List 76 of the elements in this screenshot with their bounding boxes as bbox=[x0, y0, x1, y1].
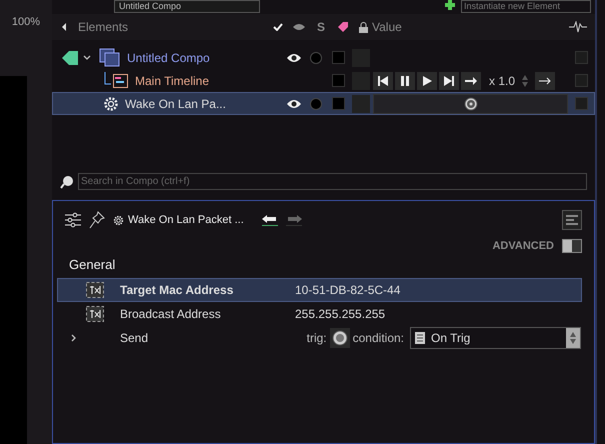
eye-icon[interactable] bbox=[286, 98, 302, 108]
pin-icon[interactable] bbox=[89, 211, 105, 229]
parameter-name: Target Mac Address bbox=[120, 283, 234, 297]
condition-label: condition: bbox=[352, 331, 404, 345]
bar-arrow-icon bbox=[465, 76, 477, 84]
parameter-value[interactable]: 10-51-DB-82-5C-44 bbox=[295, 283, 400, 297]
direction-button[interactable] bbox=[535, 72, 556, 90]
skip-forward-icon bbox=[444, 76, 454, 86]
stacked-squares-icon bbox=[99, 48, 121, 68]
back-arrow-icon[interactable] bbox=[262, 214, 278, 226]
color-swatch[interactable] bbox=[332, 97, 344, 110]
layout-icon[interactable] bbox=[562, 210, 582, 230]
color-swatch[interactable] bbox=[332, 51, 344, 64]
play-button[interactable] bbox=[417, 72, 437, 90]
checkbox[interactable] bbox=[574, 51, 588, 64]
section-title: General bbox=[68, 257, 116, 274]
parameter-row[interactable]: Send trig: condition: On Trig bbox=[57, 326, 582, 350]
pause-button[interactable] bbox=[395, 72, 415, 90]
parameter-value[interactable]: 255.255.255.255 bbox=[295, 307, 386, 321]
eye-icon[interactable] bbox=[286, 52, 302, 62]
compo-dropdown[interactable]: Untitled Compo bbox=[114, 0, 260, 13]
color-swatch[interactable] bbox=[332, 74, 344, 87]
loop-button[interactable] bbox=[461, 72, 481, 90]
forward-arrow-icon[interactable] bbox=[286, 214, 302, 226]
search-field[interactable]: Search in Compo (ctrl+f) bbox=[78, 173, 587, 190]
parameter-name: Broadcast Address bbox=[120, 307, 222, 321]
parameter-name: Send bbox=[120, 331, 150, 345]
skip-forward-button[interactable] bbox=[439, 72, 459, 90]
text-type-icon bbox=[86, 282, 104, 298]
text-type-icon bbox=[86, 306, 104, 322]
gear-icon bbox=[103, 96, 119, 112]
element-name: Untitled Compo bbox=[127, 50, 210, 64]
pause-icon bbox=[401, 76, 409, 86]
waveform-icon[interactable] bbox=[569, 21, 587, 33]
spinner-icon[interactable] bbox=[569, 331, 577, 345]
trig-label: trig: bbox=[306, 331, 327, 345]
check-icon bbox=[273, 23, 283, 31]
trigger-button-icon[interactable] bbox=[464, 96, 478, 110]
zoom-level: 100% bbox=[10, 15, 41, 30]
lock-cell bbox=[352, 94, 370, 112]
tag-icon bbox=[337, 21, 349, 33]
element-row[interactable]: Untitled Compo bbox=[52, 46, 595, 69]
condition-dropdown[interactable]: On Trig bbox=[410, 327, 581, 349]
column-header: S bbox=[316, 20, 326, 34]
parameter-row[interactable]: Target Mac Address 10-51-DB-82-5C-44 bbox=[57, 278, 582, 302]
eye-column-icon bbox=[293, 23, 305, 31]
arrow-icon bbox=[62, 50, 78, 64]
sliders-icon[interactable] bbox=[65, 212, 81, 228]
checkbox[interactable] bbox=[574, 97, 588, 110]
advanced-toggle[interactable] bbox=[562, 239, 582, 253]
skip-back-button[interactable] bbox=[373, 72, 393, 90]
element-row[interactable]: Main Timeline x 1.0 bbox=[52, 69, 595, 92]
lock-icon bbox=[358, 22, 368, 32]
element-row[interactable]: Wake On Lan Pa... bbox=[52, 92, 595, 115]
checkbox[interactable] bbox=[574, 74, 588, 87]
skip-back-icon bbox=[378, 76, 388, 86]
solo-dot[interactable] bbox=[310, 98, 322, 110]
element-name: Main Timeline bbox=[135, 74, 210, 88]
gear-icon bbox=[113, 214, 124, 226]
spinner-icon[interactable] bbox=[521, 74, 530, 88]
timeline-icon bbox=[103, 72, 129, 90]
element-name: Wake On Lan Pa... bbox=[125, 96, 226, 110]
list-icon bbox=[415, 332, 425, 344]
plus-icon[interactable] bbox=[445, 0, 455, 10]
parameter-row[interactable]: Broadcast Address 255.255.255.255 bbox=[57, 302, 582, 326]
inspector-title: Wake On Lan Packet ... bbox=[128, 214, 244, 226]
trigger-button-icon[interactable] bbox=[330, 328, 350, 348]
search-icon bbox=[60, 174, 74, 188]
solo-dot[interactable] bbox=[310, 52, 322, 64]
right-arrow-icon bbox=[539, 76, 552, 84]
advanced-label: ADVANCED bbox=[492, 240, 554, 252]
play-icon bbox=[422, 76, 432, 86]
new-element-field[interactable]: Instantiate new Element bbox=[461, 0, 591, 13]
speed-value: x 1.0 bbox=[489, 74, 516, 88]
column-header: Value bbox=[372, 20, 402, 34]
elements-header: Elements bbox=[77, 20, 130, 34]
